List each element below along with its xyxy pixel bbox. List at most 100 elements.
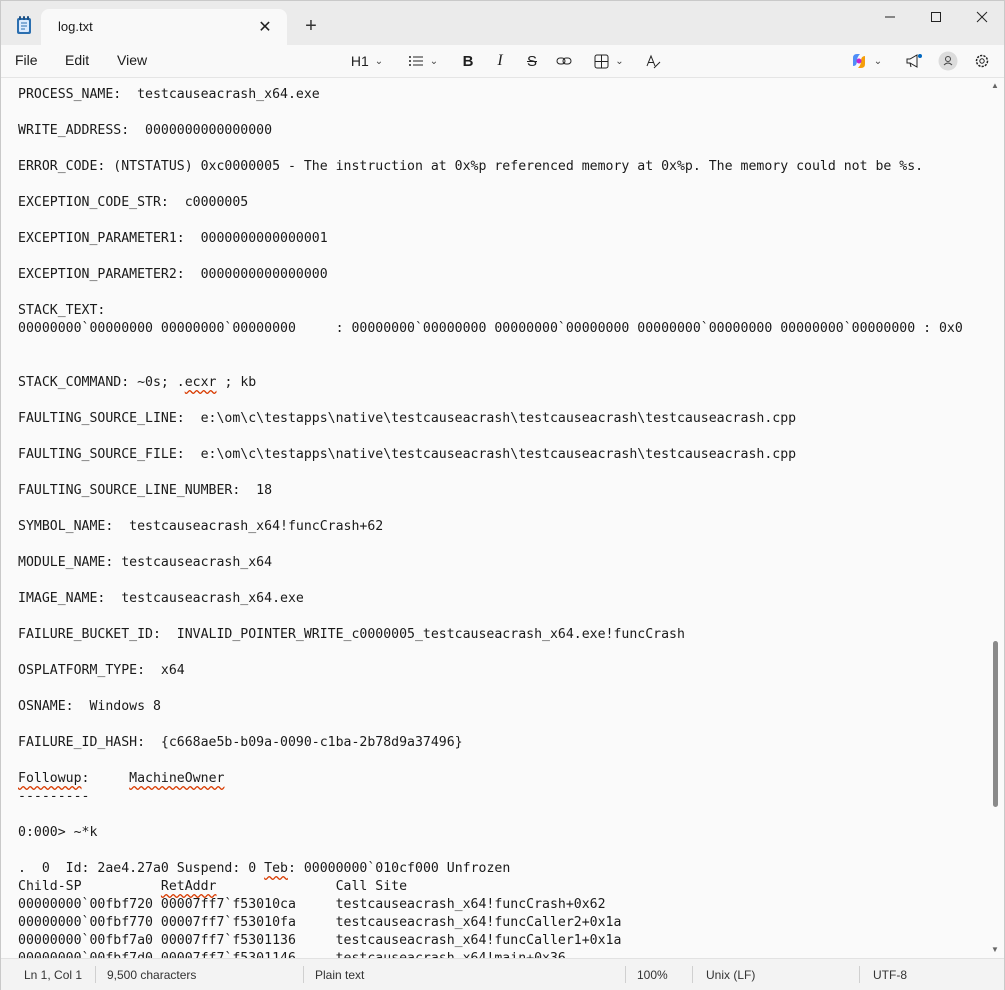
text-line[interactable] [18,356,986,374]
status-divider [95,966,96,983]
strikethrough-icon: S [526,52,537,70]
text-line[interactable]: 00000000`00fbf720 00007ff7`f53010ca test… [18,896,986,914]
text-line[interactable]: EXCEPTION_PARAMETER1: 0000000000000001 [18,230,986,248]
vertical-scrollbar[interactable]: ▲ ▼ [990,78,1002,958]
strikethrough-button[interactable]: S [522,49,542,73]
text-line[interactable]: FAILURE_ID_HASH: {c668ae5b-b09a-0090-c1b… [18,734,986,752]
copilot-icon [852,54,865,68]
text-line[interactable]: FAULTING_SOURCE_LINE_NUMBER: 18 [18,482,986,500]
text-line[interactable]: FAULTING_SOURCE_LINE: e:\om\c\testapps\n… [18,410,986,428]
text-line[interactable]: STACK_TEXT: [18,302,986,320]
italic-button[interactable]: I [490,49,510,73]
copilot-dropdown[interactable]: ⌄ [845,49,887,73]
chevron-down-icon: ⌄ [873,55,883,67]
spelling-flag[interactable]: Followup [18,771,82,786]
editor-content[interactable]: PROCESS_NAME: testcauseacrash_x64.exe WR… [18,86,986,958]
text-line[interactable] [18,500,986,518]
menu-file[interactable]: File [15,52,38,68]
spelling-flag[interactable]: Teb [264,861,288,876]
maximize-icon [931,12,941,22]
new-tab-button[interactable]: + [298,13,324,39]
list-dropdown[interactable]: ⌄ [404,49,442,73]
menu-view[interactable]: View [117,52,147,68]
bold-icon: B [462,52,474,70]
text-line[interactable] [18,806,986,824]
spelling-flag[interactable]: MachineOwner [129,771,224,786]
text-line[interactable] [18,464,986,482]
scroll-thumb[interactable] [993,641,998,807]
text-line[interactable]: 00000000`00fbf7d0 00007ff7`f5301146 test… [18,950,986,958]
text-line[interactable]: FAILURE_BUCKET_ID: INVALID_POINTER_WRITE… [18,626,986,644]
clear-formatting-button[interactable] [642,49,664,73]
status-bar: Ln 1, Col 1 9,500 characters Plain text … [1,958,1004,990]
scroll-up-icon[interactable]: ▲ [990,80,1000,90]
text-line[interactable] [18,644,986,662]
text-line[interactable]: OSPLATFORM_TYPE: x64 [18,662,986,680]
bulleted-list-icon [408,56,423,66]
text-line[interactable] [18,680,986,698]
text-line[interactable] [18,284,986,302]
text-line[interactable]: 00000000`00000000 00000000`00000000 : 00… [18,320,986,338]
text-line[interactable]: Child-SP RetAddr Call Site [18,878,986,896]
text-line[interactable] [18,104,986,122]
megaphone-icon [906,54,922,68]
tab-close-icon[interactable]: ✕ [253,15,277,39]
text-line[interactable]: WRITE_ADDRESS: 0000000000000000 [18,122,986,140]
chevron-down-icon: ⌄ [615,55,624,67]
text-line[interactable]: 00000000`00fbf770 00007ff7`f53010fa test… [18,914,986,932]
text-line[interactable] [18,752,986,770]
maximize-button[interactable] [913,1,959,33]
spelling-flag[interactable]: RetAddr [161,879,217,894]
encoding[interactable]: UTF-8 [873,968,907,982]
minimize-button[interactable] [867,1,913,33]
heading-dropdown[interactable]: H1 ⌄ [349,49,385,73]
text-line[interactable] [18,140,986,158]
text-line[interactable]: EXCEPTION_PARAMETER2: 0000000000000000 [18,266,986,284]
text-line[interactable]: --------- [18,788,986,806]
text-line[interactable]: ERROR_CODE: (NTSTATUS) 0xc0000005 - The … [18,158,986,176]
menu-edit[interactable]: Edit [65,52,89,68]
bold-button[interactable]: B [458,49,478,73]
text-line[interactable]: PROCESS_NAME: testcauseacrash_x64.exe [18,86,986,104]
cursor-position[interactable]: Ln 1, Col 1 [24,968,82,982]
text-line[interactable]: OSNAME: Windows 8 [18,698,986,716]
link-button[interactable] [554,49,574,73]
text-line[interactable] [18,716,986,734]
text-line[interactable]: IMAGE_NAME: testcauseacrash_x64.exe [18,590,986,608]
text-line[interactable] [18,212,986,230]
text-line[interactable] [18,176,986,194]
text-editor[interactable]: PROCESS_NAME: testcauseacrash_x64.exe WR… [1,78,1004,958]
text-line[interactable]: . 0 Id: 2ae4.27a0 Suspend: 0 Teb: 000000… [18,860,986,878]
text-line[interactable] [18,428,986,446]
account-button[interactable] [937,49,959,73]
close-window-button[interactable] [959,1,1005,33]
zoom-level[interactable]: 100% [637,968,668,982]
text-format[interactable]: Plain text [315,968,364,982]
tab-log-txt[interactable]: log.txt ✕ [41,9,287,45]
text-line[interactable]: SYMBOL_NAME: testcauseacrash_x64!funcCra… [18,518,986,536]
text-line[interactable]: FAULTING_SOURCE_FILE: e:\om\c\testapps\n… [18,446,986,464]
text-line[interactable]: EXCEPTION_CODE_STR: c0000005 [18,194,986,212]
text-line[interactable]: STACK_COMMAND: ~0s; .ecxr ; kb [18,374,986,392]
text-line[interactable]: MODULE_NAME: testcauseacrash_x64 [18,554,986,572]
text-line[interactable]: Followup: MachineOwner [18,770,986,788]
line-ending[interactable]: Unix (LF) [706,968,755,982]
text-line[interactable] [18,842,986,860]
spelling-flag[interactable]: ecxr [185,375,217,390]
text-line[interactable] [18,338,986,356]
text-line[interactable] [18,536,986,554]
text-line[interactable] [18,392,986,410]
text-line[interactable]: 0:000> ~*k [18,824,986,842]
text-line[interactable] [18,608,986,626]
text-line[interactable] [18,572,986,590]
text-line[interactable]: 00000000`00fbf7a0 00007ff7`f5301136 test… [18,932,986,950]
table-dropdown[interactable]: ⌄ [589,49,629,73]
whats-new-button[interactable] [903,49,925,73]
status-divider [625,966,626,983]
notepad-window: log.txt ✕ + File Edit View H1 ⌄ ⌄ B I S … [0,0,1005,990]
text-line[interactable] [18,248,986,266]
settings-button[interactable] [971,49,993,73]
chevron-down-icon: ⌄ [374,55,384,67]
table-icon [594,54,609,68]
scroll-down-icon[interactable]: ▼ [990,944,1000,954]
